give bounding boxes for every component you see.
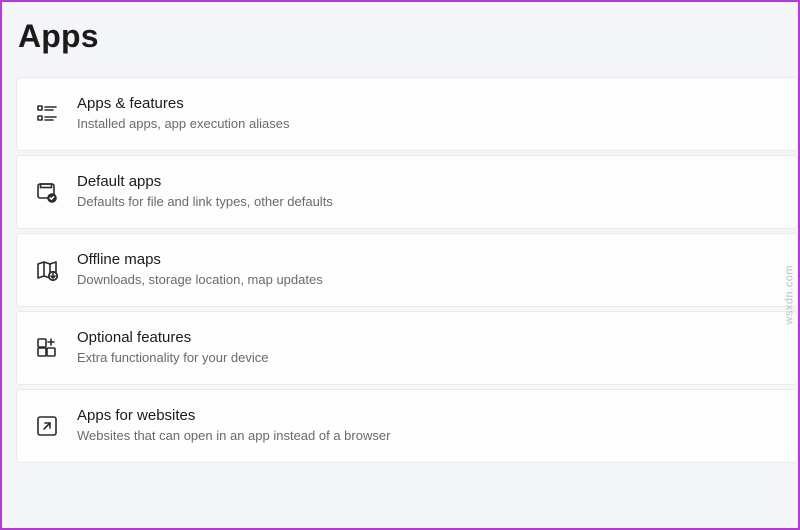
row-title: Apps & features xyxy=(77,95,289,114)
page-title: Apps xyxy=(2,2,798,77)
row-default-apps[interactable]: Default apps Defaults for file and link … xyxy=(16,155,798,229)
row-text: Default apps Defaults for file and link … xyxy=(77,173,333,211)
row-offline-maps[interactable]: Offline maps Downloads, storage location… xyxy=(16,233,798,307)
apps-for-websites-icon xyxy=(35,414,77,438)
optional-features-icon xyxy=(35,336,77,360)
row-apps-features[interactable]: Apps & features Installed apps, app exec… xyxy=(16,77,798,151)
row-title: Apps for websites xyxy=(77,407,390,426)
apps-features-icon xyxy=(35,102,77,126)
row-subtitle: Extra functionality for your device xyxy=(77,350,268,367)
row-subtitle: Defaults for file and link types, other … xyxy=(77,194,333,211)
row-text: Offline maps Downloads, storage location… xyxy=(77,251,323,289)
row-subtitle: Websites that can open in an app instead… xyxy=(77,428,390,445)
offline-maps-icon xyxy=(35,258,77,282)
row-title: Offline maps xyxy=(77,251,323,270)
settings-apps-pane: Apps Apps & features Installed apps, app… xyxy=(0,0,800,530)
default-apps-icon xyxy=(35,180,77,204)
row-text: Apps for websites Websites that can open… xyxy=(77,407,390,445)
row-optional-features[interactable]: Optional features Extra functionality fo… xyxy=(16,311,798,385)
row-title: Optional features xyxy=(77,329,268,348)
row-subtitle: Installed apps, app execution aliases xyxy=(77,116,289,133)
row-title: Default apps xyxy=(77,173,333,192)
row-apps-for-websites[interactable]: Apps for websites Websites that can open… xyxy=(16,389,798,463)
row-subtitle: Downloads, storage location, map updates xyxy=(77,272,323,289)
watermark: wsxdn.com xyxy=(784,265,796,325)
row-text: Optional features Extra functionality fo… xyxy=(77,329,268,367)
settings-rows: Apps & features Installed apps, app exec… xyxy=(2,77,798,463)
row-text: Apps & features Installed apps, app exec… xyxy=(77,95,289,133)
